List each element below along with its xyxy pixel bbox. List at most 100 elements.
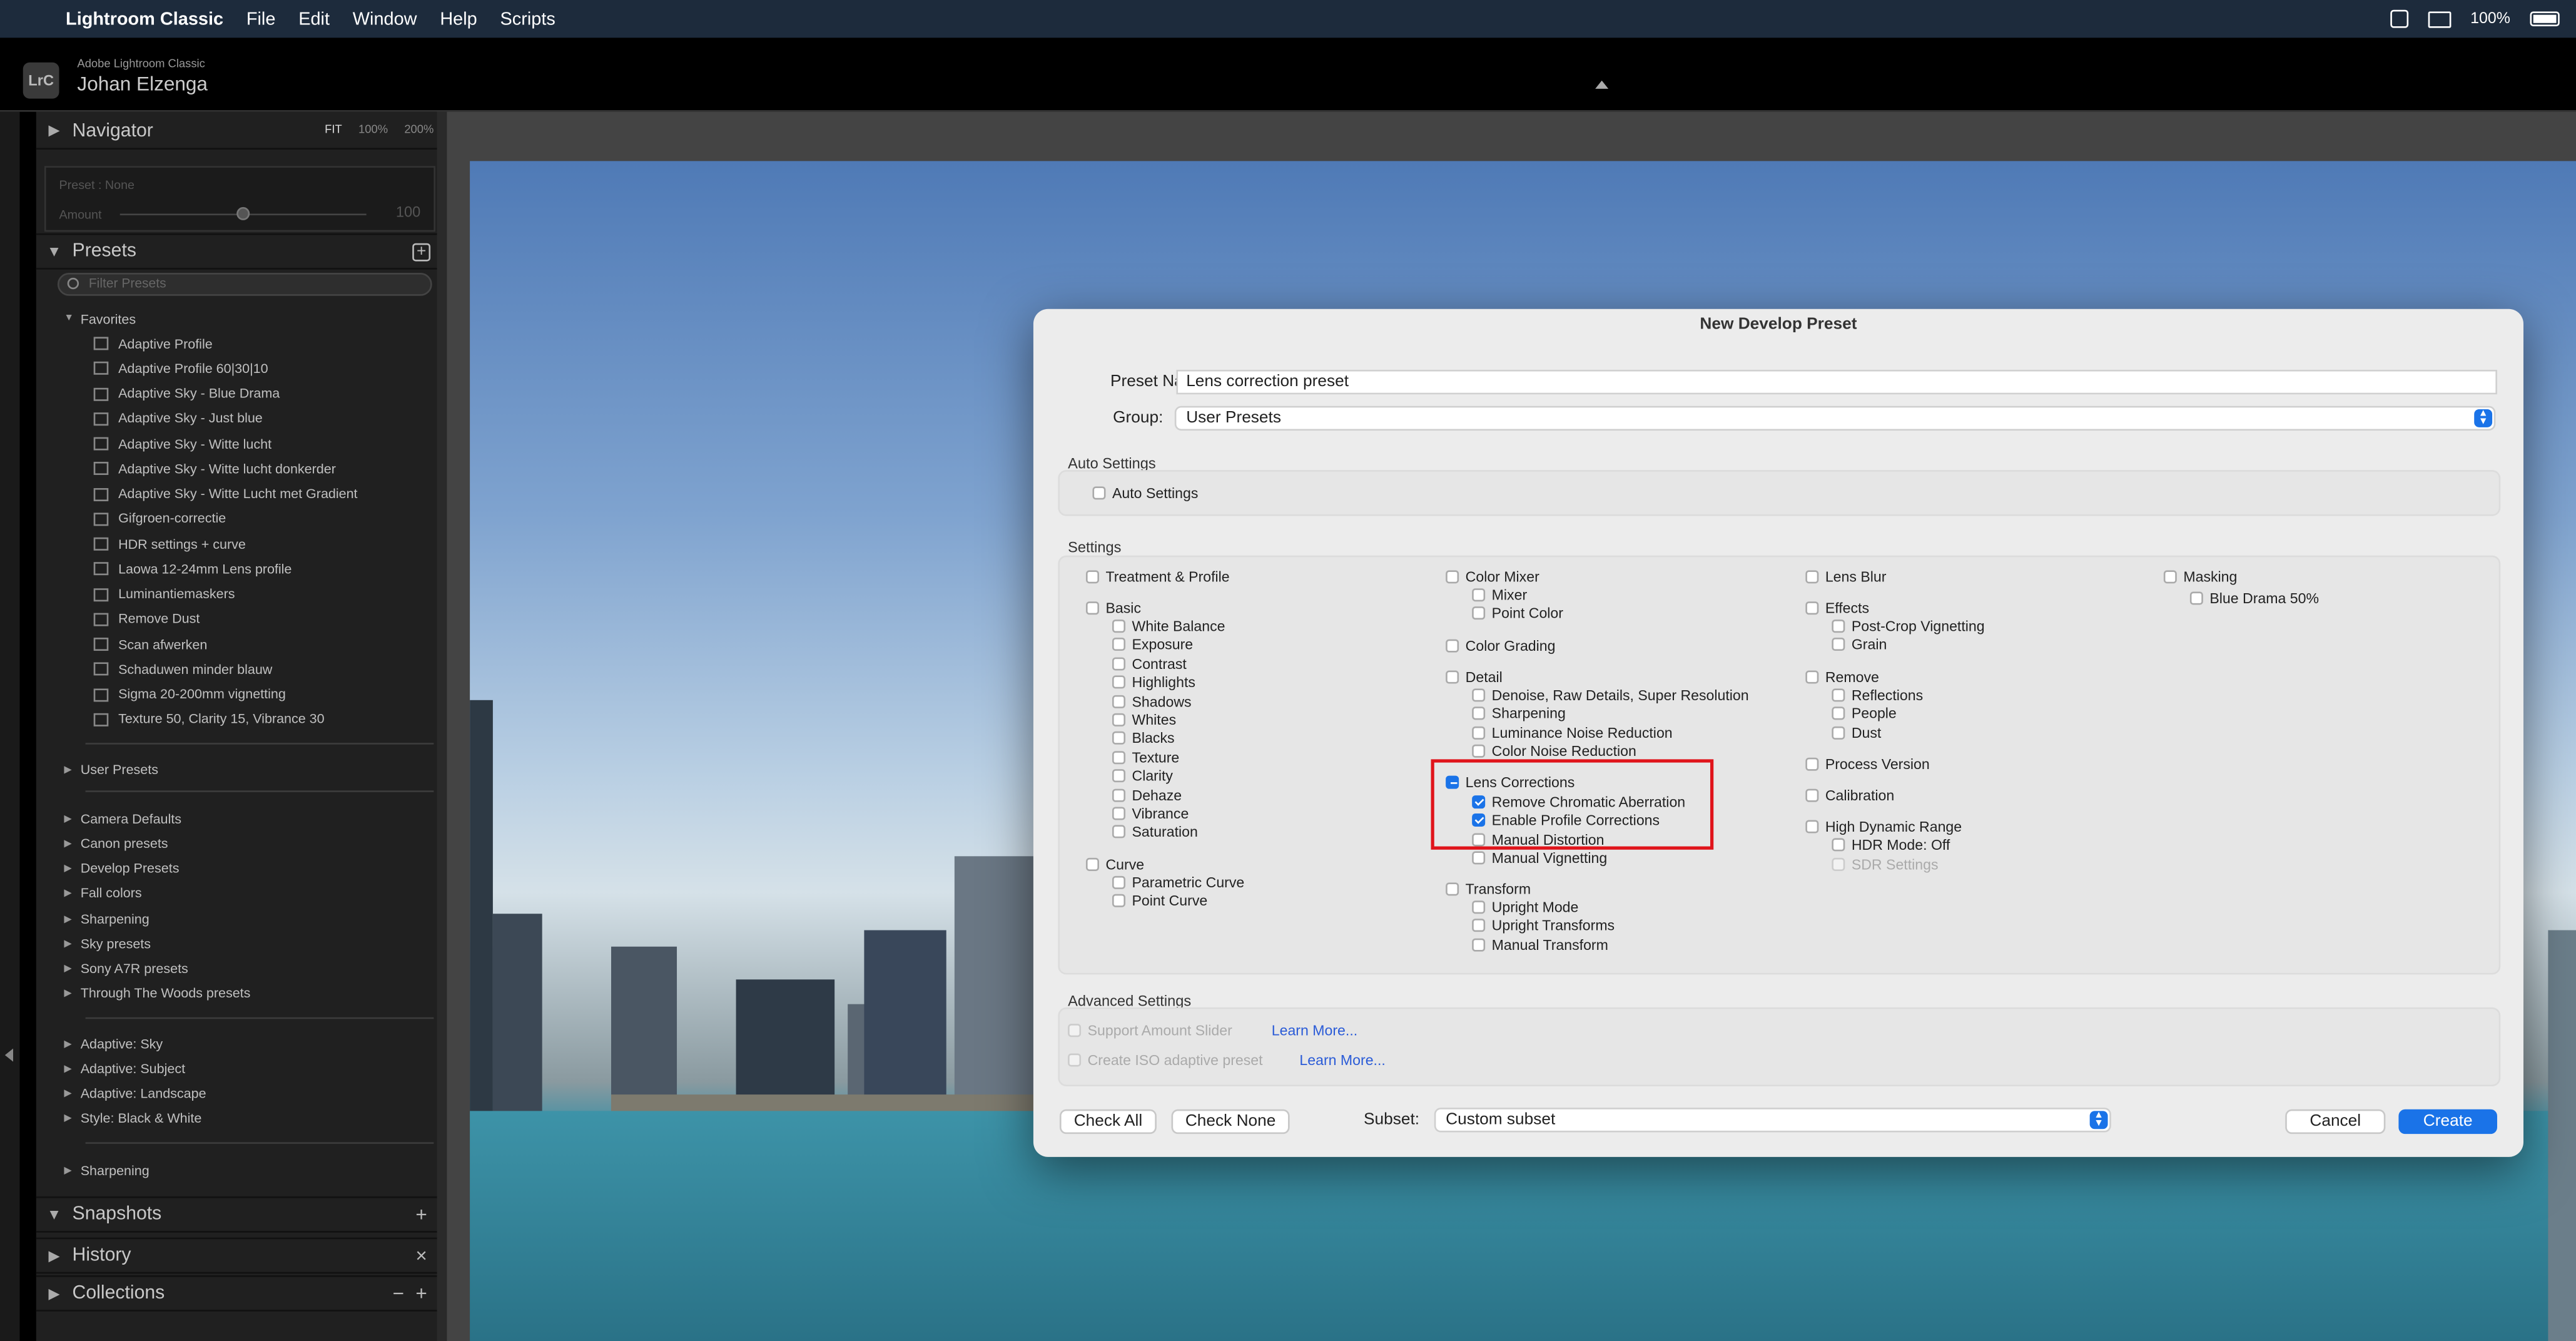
checkbox-remove[interactable]: Remove (1805, 669, 1879, 685)
checkbox-basic-item[interactable]: Shadows (1112, 693, 1192, 709)
checkbox-transform-item[interactable]: Upright Mode (1472, 899, 1578, 915)
preset-group[interactable]: ▶ Through The Woods presets (64, 982, 250, 1006)
subset-select[interactable]: Custom subset ▲ ▼ (1434, 1108, 2111, 1133)
checkbox-masking[interactable]: Masking (2163, 569, 2237, 585)
preset-item[interactable]: Schaduwen minder blauw (93, 658, 273, 681)
checkbox-detail-item[interactable]: Denoise, Raw Details, Super Resolution (1472, 687, 1749, 703)
menu-window[interactable]: Window (353, 9, 417, 29)
checkbox-transform-item[interactable]: Manual Transform (1472, 936, 1608, 953)
add-preset-icon[interactable]: + (412, 242, 431, 261)
preset-group[interactable]: ▶ User Presets (64, 758, 158, 781)
preset-group[interactable]: ▶ Canon presets (64, 832, 168, 855)
checkbox-transform[interactable]: Transform (1446, 881, 1531, 897)
preset-item[interactable]: Sigma 20-200mm vignetting (93, 683, 286, 706)
checkbox-color-mixer-item[interactable]: Point Color (1472, 606, 1563, 622)
amount-slider-knob[interactable] (236, 207, 250, 220)
learn-more-link[interactable]: Learn More... (1299, 1052, 1385, 1068)
checkbox-sdr-settings[interactable]: SDR Settings (1832, 856, 1939, 873)
checkbox-basic-item[interactable]: Clarity (1112, 768, 1173, 784)
checkbox-calibration[interactable]: Calibration (1805, 787, 1894, 803)
menu-file[interactable]: File (246, 9, 276, 29)
checkbox-hdr-mode[interactable]: HDR Mode: Off (1832, 837, 1950, 853)
checkbox-process-version[interactable]: Process Version (1805, 756, 1930, 772)
support-amount-checkbox[interactable]: Support Amount Slider (1068, 1022, 1232, 1039)
checkbox-remove-item[interactable]: Reflections (1832, 687, 1923, 703)
checkbox-hdr[interactable]: High Dynamic Range (1805, 818, 1962, 835)
preset-item[interactable]: Texture 50, Clarity 15, Vibrance 30 (93, 708, 325, 731)
checklist-icon[interactable] (2390, 9, 2408, 28)
cancel-button[interactable]: Cancel (2285, 1109, 2386, 1134)
checkbox-basic-item[interactable]: Highlights (1112, 674, 1195, 691)
preset-item[interactable]: Laowa 12-24mm Lens profile (93, 558, 292, 581)
checkbox-detail-item[interactable]: Luminance Noise Reduction (1472, 725, 1673, 741)
zoom-fit[interactable]: FIT (325, 125, 342, 136)
preset-group[interactable]: ▶ Fall colors (64, 882, 141, 905)
preset-item[interactable]: Adaptive Profile (93, 332, 213, 355)
checkbox-remove-item[interactable]: People (1832, 706, 1897, 722)
checkbox-remove-item[interactable]: Dust (1832, 725, 1881, 741)
check-none-button[interactable]: Check None (1171, 1109, 1290, 1134)
group-select[interactable]: User Presets ▲ ▼ (1174, 405, 2496, 431)
checkbox-transform-item[interactable]: Upright Transforms (1472, 918, 1615, 934)
checkbox-basic-item[interactable]: Vibrance (1112, 805, 1189, 822)
history-header[interactable]: ▶ History × (36, 1237, 444, 1274)
checkbox-effects-item[interactable]: Grain (1832, 636, 1887, 653)
preset-item[interactable]: Gifgroen-correctie (93, 507, 226, 531)
checkbox-effects[interactable]: Effects (1805, 600, 1869, 616)
checkbox-basic-item[interactable]: Blacks (1112, 730, 1175, 747)
display-icon[interactable] (2427, 11, 2451, 28)
preset-item[interactable]: Adaptive Sky - Just blue (93, 407, 263, 431)
checkbox-lens-blur[interactable]: Lens Blur (1805, 569, 1886, 585)
add-snapshot-icon[interactable]: + (415, 1203, 427, 1226)
preset-group[interactable]: ▶ Sony A7R presets (64, 957, 188, 981)
menu-app-name[interactable]: Lightroom Classic (66, 9, 223, 29)
zoom-200[interactable]: 200% (404, 125, 434, 136)
preset-item[interactable]: HDR settings + curve (93, 533, 246, 556)
preset-group[interactable]: ▶ Style: Black & White (64, 1107, 201, 1130)
preset-item[interactable]: Adaptive Sky - Blue Drama (93, 382, 280, 405)
checkbox-treatment-profile[interactable]: Treatment & Profile (1085, 569, 1230, 585)
preset-group[interactable]: ▶ Adaptive: Sky (64, 1032, 163, 1055)
checkbox-detail[interactable]: Detail (1446, 669, 1503, 685)
preset-group[interactable]: ▶ Sharpening (64, 1159, 149, 1182)
remove-collection-icon[interactable]: − (393, 1282, 404, 1305)
checkbox-basic-item[interactable]: Contrast (1112, 655, 1187, 672)
preset-group[interactable]: ▶ Sky presets (64, 932, 151, 956)
checkbox-lens-item[interactable]: Manual Vignetting (1472, 850, 1607, 867)
add-collection-icon[interactable]: + (415, 1282, 427, 1305)
preset-item[interactable]: Remove Dust (93, 608, 200, 631)
preset-item[interactable]: Adaptive Profile 60|30|10 (93, 357, 268, 380)
navigator-header[interactable]: ▶ Navigator FIT 100% 200% (36, 113, 444, 150)
checkbox-color-grading[interactable]: Color Grading (1446, 638, 1555, 654)
preset-item[interactable]: Luminantiemaskers (93, 583, 235, 606)
checkbox-effects-item[interactable]: Post-Crop Vignetting (1832, 618, 1985, 635)
menu-scripts[interactable]: Scripts (500, 9, 555, 29)
collections-header[interactable]: ▶ Collections − + (36, 1275, 444, 1312)
checkbox-detail-item[interactable]: Sharpening (1472, 706, 1566, 722)
presets-header[interactable]: ▼ Presets + (36, 233, 444, 270)
checkbox-basic-item[interactable]: Dehaze (1112, 787, 1182, 803)
preset-group[interactable]: ▶ Develop Presets (64, 857, 179, 880)
learn-more-link[interactable]: Learn More... (1272, 1022, 1357, 1039)
preset-group-favorites[interactable]: ▼ Favorites (64, 307, 136, 330)
preset-group[interactable]: ▶ Adaptive: Landscape (64, 1082, 206, 1105)
checkbox-basic-item[interactable]: White Balance (1112, 618, 1225, 635)
checkbox-color-mixer[interactable]: Color Mixer (1446, 569, 1539, 585)
create-iso-checkbox[interactable]: Create ISO adaptive preset (1068, 1052, 1263, 1068)
checkbox-color-mixer-item[interactable]: Mixer (1472, 587, 1527, 603)
left-panel-toggle-icon[interactable] (4, 1048, 14, 1062)
menu-help[interactable]: Help (440, 9, 477, 29)
snapshots-header[interactable]: ▼ Snapshots + (36, 1196, 444, 1233)
auto-settings-checkbox[interactable]: Auto Settings (1092, 485, 1198, 501)
create-button[interactable]: Create (2398, 1109, 2497, 1134)
checkbox-masking-item[interactable]: Blue Drama 50% (2189, 590, 2319, 606)
preset-item[interactable]: Scan afwerken (93, 633, 207, 656)
left-panel-scrollbar[interactable] (437, 111, 447, 1341)
checkbox-basic-item[interactable]: Saturation (1112, 824, 1198, 840)
preset-item[interactable]: Adaptive Sky - Witte lucht (93, 432, 271, 456)
checkbox-basic-item[interactable]: Whites (1112, 711, 1176, 728)
preset-item[interactable]: Adaptive Sky - Witte Lucht met Gradient (93, 482, 358, 506)
preset-item[interactable]: Adaptive Sky - Witte lucht donkerder (93, 457, 336, 481)
checkbox-curve-item[interactable]: Point Curve (1112, 893, 1207, 909)
preset-name-input[interactable]: Lens correction preset (1176, 369, 2497, 395)
